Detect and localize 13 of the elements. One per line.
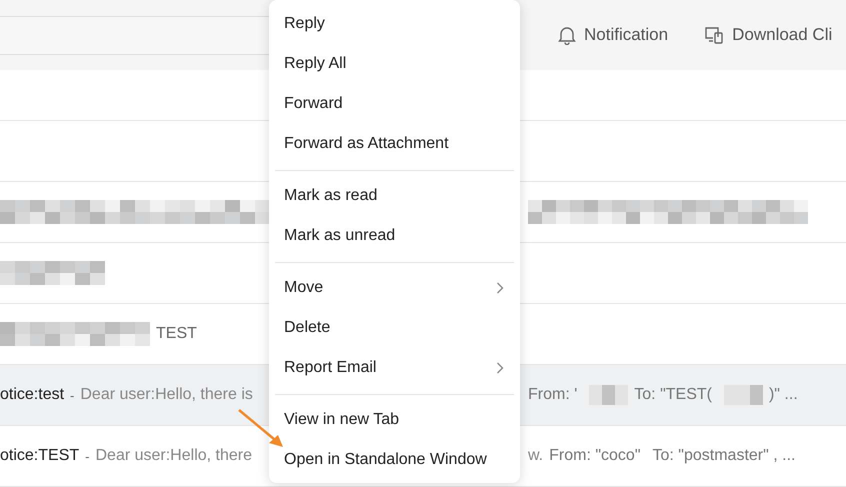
mail-subject: otice:TEST: [0, 447, 80, 465]
mail-preview: Dear user:Hello, there: [95, 447, 252, 465]
sender-text: From: ': [528, 386, 578, 404]
recipient-text: To: "postmaster" , ...: [652, 447, 796, 465]
sender-text: From: "coco": [549, 447, 640, 465]
mail-preview: w.: [528, 447, 544, 465]
recipient-text: To: "TEST(: [634, 386, 712, 404]
separator-dash: -: [70, 388, 74, 402]
mail-subject: TEST: [156, 325, 197, 343]
separator-dash: -: [85, 448, 90, 464]
recipient-text: )" ...: [768, 386, 798, 404]
mail-preview: Dear user:Hello, there is: [80, 386, 253, 404]
mail-subject: otice:test: [0, 386, 64, 404]
